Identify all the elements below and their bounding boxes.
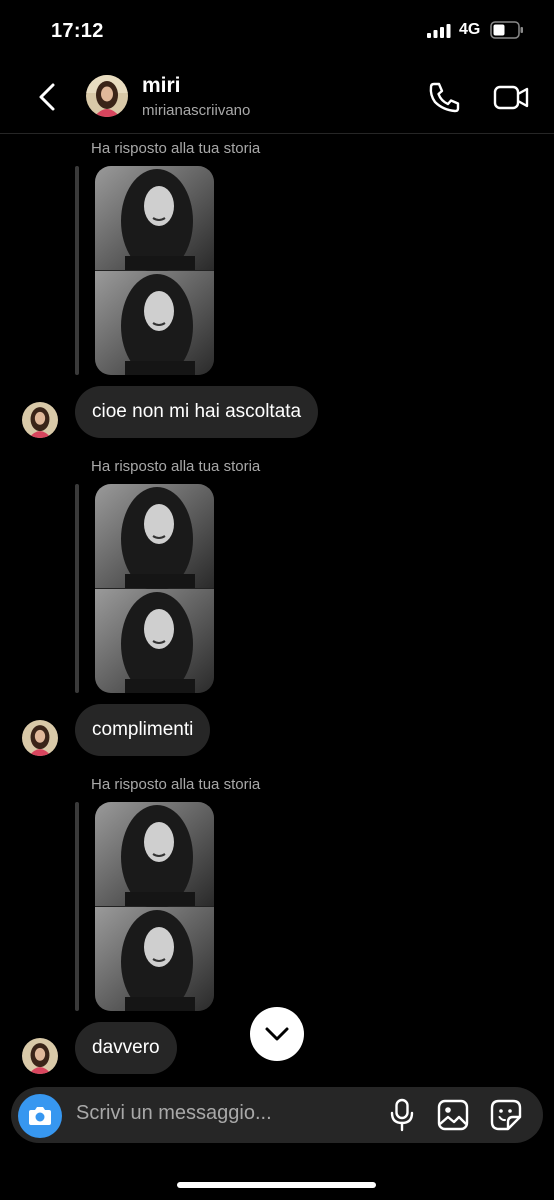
- message-bubble[interactable]: cioe non mi hai ascoltata: [75, 386, 319, 438]
- sticker-icon[interactable]: [489, 1098, 523, 1132]
- video-camera-icon[interactable]: [492, 80, 530, 114]
- network-type: 4G: [459, 21, 481, 38]
- story-preview[interactable]: [95, 166, 214, 375]
- reply-bar: [75, 484, 79, 693]
- story-reply-label: Ha risposto alla tua storia: [91, 776, 261, 793]
- story-preview[interactable]: [95, 802, 214, 1011]
- sender-avatar[interactable]: [22, 1038, 58, 1074]
- story-reply-label: Ha risposto alla tua storia: [91, 140, 261, 157]
- status-time: 17:12: [51, 20, 104, 42]
- chevron-down-icon: [265, 1027, 289, 1041]
- contact-username[interactable]: mirianascriivano: [142, 102, 250, 119]
- reply-bar: [75, 166, 79, 375]
- signal-icon: [427, 24, 451, 38]
- reply-bar: [75, 802, 79, 1011]
- message-bubble[interactable]: davvero: [75, 1022, 177, 1074]
- story-preview[interactable]: [95, 484, 214, 693]
- header-divider: [0, 133, 554, 134]
- home-indicator[interactable]: [177, 1182, 376, 1188]
- microphone-icon[interactable]: [388, 1098, 416, 1132]
- camera-button[interactable]: [18, 1094, 62, 1138]
- scroll-to-bottom-button[interactable]: [250, 1007, 304, 1061]
- sender-avatar[interactable]: [22, 720, 58, 756]
- contact-name[interactable]: miri: [142, 74, 181, 98]
- phone-icon[interactable]: [426, 80, 462, 114]
- message-bubble[interactable]: complimenti: [75, 704, 211, 756]
- story-reply-label: Ha risposto alla tua storia: [91, 458, 261, 475]
- battery-icon: [490, 21, 523, 39]
- gallery-icon[interactable]: [436, 1098, 470, 1132]
- sender-avatar[interactable]: [22, 402, 58, 438]
- camera-icon: [29, 1107, 51, 1125]
- back-icon[interactable]: [36, 82, 58, 112]
- message-input[interactable]: Scrivi un messaggio...: [76, 1102, 272, 1125]
- header-avatar[interactable]: [86, 75, 128, 117]
